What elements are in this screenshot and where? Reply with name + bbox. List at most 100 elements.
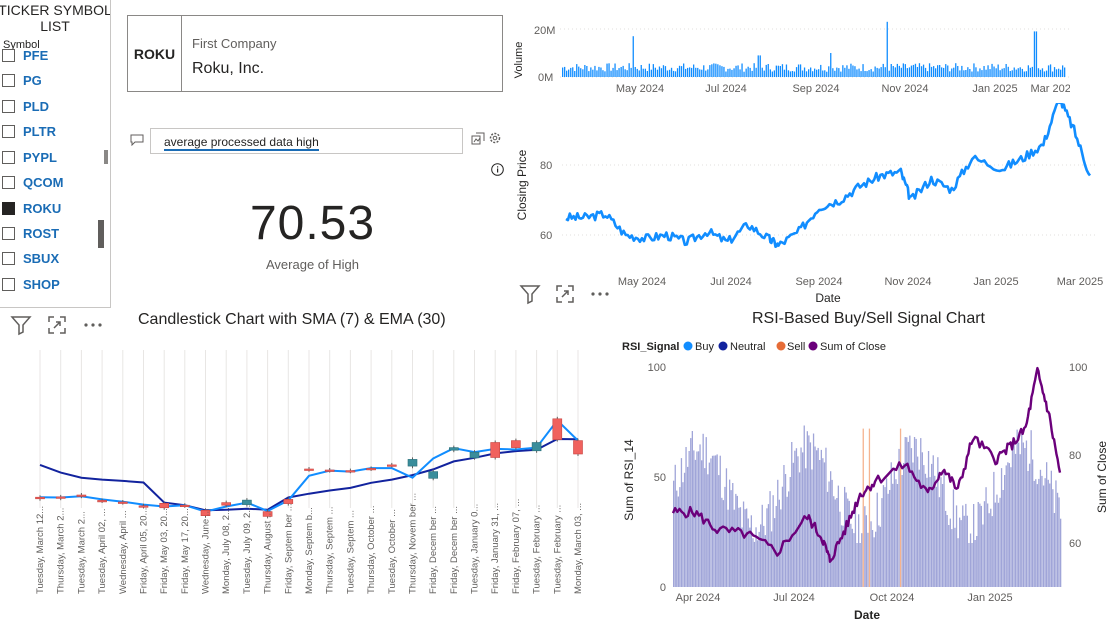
info-icon[interactable] — [491, 163, 504, 176]
close-x-tick: Jul 2024 — [710, 276, 752, 288]
ticker-item-rost[interactable]: ROST — [2, 222, 97, 244]
volume-bar — [975, 67, 977, 77]
checkbox-checked-icon[interactable] — [2, 201, 15, 215]
candle-body[interactable] — [345, 470, 356, 473]
checkbox-icon[interactable] — [2, 48, 15, 62]
scrollbar-thumb[interactable] — [98, 220, 104, 248]
candle-body[interactable] — [242, 499, 252, 505]
candle-date-label: Friday, February 07, ... — [511, 499, 522, 594]
volume-bar — [1035, 31, 1038, 77]
volume-bar — [785, 64, 788, 77]
candle-body[interactable] — [428, 471, 439, 479]
candle-body[interactable] — [511, 440, 521, 448]
ticker-item-pfe[interactable]: PFE — [2, 44, 97, 66]
more-options-icon[interactable] — [589, 283, 611, 305]
more-options-icon[interactable] — [82, 314, 104, 336]
volume-bar — [926, 71, 929, 77]
ticker-item-qcom[interactable]: QCOM — [2, 171, 97, 193]
candle-body[interactable] — [159, 503, 169, 509]
ticker-item-pld[interactable]: PLD — [2, 95, 97, 117]
checkbox-icon[interactable] — [2, 277, 15, 291]
candle-body[interactable] — [531, 442, 542, 452]
focus-mode-icon[interactable] — [46, 314, 68, 336]
checkbox-icon[interactable] — [2, 73, 15, 87]
volume-bar — [656, 69, 659, 77]
filter-icon[interactable] — [519, 283, 541, 305]
chat-icon[interactable] — [130, 134, 144, 146]
candle-body[interactable] — [552, 418, 563, 440]
legend-label-sell[interactable]: Sell — [787, 341, 805, 353]
scrollbar-arrow[interactable] — [104, 150, 108, 164]
volume-bar — [707, 69, 709, 77]
rsi-bar-neutral — [949, 518, 951, 587]
rsi-bar-neutral — [929, 477, 931, 587]
volume-bar — [725, 71, 727, 77]
candlestick-chart[interactable]: Tuesday, March 12... Thursday, March 2...… — [0, 340, 600, 625]
rsi-signal-chart[interactable]: RSI_Signal Buy Neutral Sell Sum of Close… — [615, 335, 1115, 625]
candle-date-label: Thursday, March 2... — [56, 508, 67, 594]
candle-body[interactable] — [304, 468, 314, 471]
legend-label-buy[interactable]: Buy — [695, 341, 714, 353]
rsi-bar-neutral — [1007, 462, 1009, 587]
legend-label-neutral[interactable]: Neutral — [730, 341, 765, 353]
candle-body[interactable] — [490, 442, 501, 458]
volume-chart[interactable]: Volume 20M 0M May 2024 Jul 2024 Sep 2024… — [510, 5, 1070, 105]
candle-body[interactable] — [138, 505, 149, 508]
rsi-bar-neutral — [800, 447, 802, 587]
volume-bar — [876, 67, 878, 77]
checkbox-icon[interactable] — [2, 124, 15, 138]
volume-bar — [955, 63, 957, 77]
candle-body[interactable] — [180, 504, 190, 507]
volume-bar — [626, 70, 628, 77]
volume-bar — [759, 55, 761, 77]
candle-body[interactable] — [97, 500, 107, 503]
rsi-bar-neutral — [697, 451, 700, 587]
ticker-item-pypl[interactable]: PYPL — [2, 146, 97, 168]
volume-bar — [797, 64, 800, 77]
candle-body[interactable] — [407, 459, 418, 467]
volume-bar — [840, 71, 842, 77]
rsi-bar-neutral — [845, 492, 847, 587]
rsi-bar-neutral — [1056, 492, 1059, 587]
candle-body[interactable] — [324, 469, 335, 472]
candle-body[interactable] — [118, 501, 128, 504]
candle-body[interactable] — [221, 502, 231, 506]
candle-body[interactable] — [448, 447, 459, 451]
rsi-bar-neutral — [952, 489, 955, 587]
checkbox-icon[interactable] — [2, 150, 15, 164]
filter-icon[interactable] — [10, 314, 32, 336]
candle-body[interactable] — [386, 464, 397, 467]
candle-body[interactable] — [469, 451, 480, 459]
rsi-bar-neutral — [791, 442, 793, 587]
legend-label-close[interactable]: Sum of Close — [820, 341, 886, 353]
candle-body[interactable] — [366, 468, 376, 471]
rsi-y-left-tick: 50 — [654, 472, 666, 484]
volume-bar — [678, 65, 681, 77]
ticker-item-roku[interactable]: ROKU — [2, 197, 97, 219]
qa-question-input[interactable]: average processed data high — [150, 128, 463, 154]
rsi-bar-neutral — [934, 475, 936, 587]
volume-y-axis-title: Volume — [513, 42, 525, 79]
ticker-item-pltr[interactable]: PLTR — [2, 120, 97, 142]
checkbox-icon[interactable] — [2, 226, 15, 240]
volume-bar — [608, 63, 610, 77]
rsi-bar-neutral — [983, 501, 986, 587]
focus-mode-icon[interactable] — [554, 283, 576, 305]
candle-body[interactable] — [55, 496, 66, 499]
convert-visual-icon[interactable] — [471, 132, 485, 146]
volume-bar — [991, 63, 993, 77]
ticker-item-shop[interactable]: SHOP — [2, 273, 97, 295]
volume-bar — [606, 63, 608, 77]
candle-body[interactable] — [573, 440, 583, 455]
candle-body[interactable] — [35, 496, 45, 500]
candle-body[interactable] — [283, 499, 294, 504]
closing-price-chart[interactable]: Closing Price 80 60 May 2024 Jul 2024 Se… — [510, 103, 1110, 303]
ticker-item-sbux[interactable]: SBUX — [2, 247, 97, 269]
volume-bar — [588, 71, 590, 77]
candle-body[interactable] — [76, 494, 87, 497]
ticker-item-pg[interactable]: PG — [2, 69, 97, 91]
checkbox-icon[interactable] — [2, 99, 15, 113]
gear-icon[interactable] — [488, 131, 502, 145]
checkbox-icon[interactable] — [2, 251, 15, 265]
checkbox-icon[interactable] — [2, 175, 15, 189]
